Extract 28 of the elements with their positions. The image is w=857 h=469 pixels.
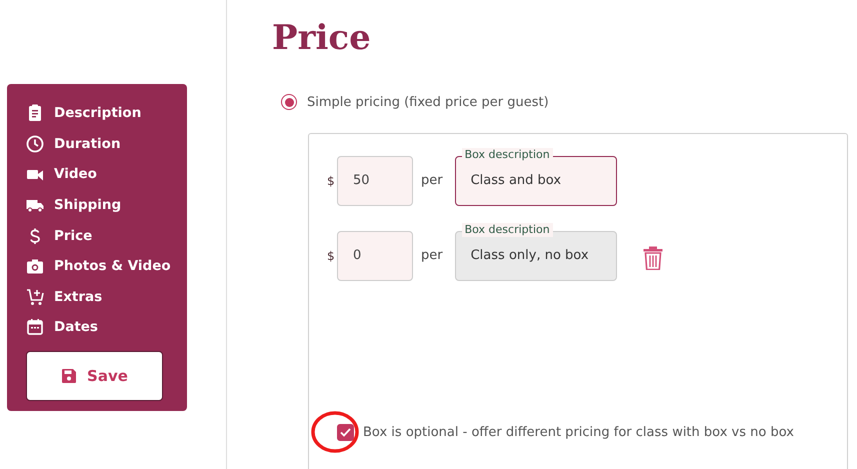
currency-label: $ xyxy=(327,174,336,188)
sidebar-item[interactable]: Extras xyxy=(26,282,187,312)
sidebar-item[interactable]: Price xyxy=(26,220,187,251)
sidebar-item[interactable]: Photos & Video xyxy=(26,250,187,282)
checkbox-label: Box is optional - offer different pricing for class with box vs no box xyxy=(363,425,794,440)
radio-button[interactable] xyxy=(281,94,297,110)
clipboard-icon xyxy=(26,104,44,122)
cart-icon xyxy=(26,288,44,306)
per-label: per xyxy=(421,173,443,188)
field-label: Box description xyxy=(462,222,553,236)
sidebar-item[interactable]: Description xyxy=(26,98,187,129)
page-title: Price xyxy=(272,18,372,58)
checkmark-icon xyxy=(340,428,351,437)
save-button[interactable]: Save xyxy=(26,350,163,401)
camera-icon xyxy=(26,257,44,276)
field-label: Box description xyxy=(462,148,553,162)
per-label: per xyxy=(421,248,443,263)
price-field[interactable]: 50 xyxy=(337,156,413,206)
sidebar-item[interactable]: Duration xyxy=(26,128,187,160)
sidebar-item[interactable]: Video xyxy=(26,159,187,190)
currency-label: $ xyxy=(327,248,336,262)
sidebar-item[interactable]: Shipping xyxy=(26,190,187,220)
annotation-ellipse xyxy=(311,411,359,453)
clock-icon xyxy=(26,134,44,153)
sidebar-item[interactable]: Dates xyxy=(26,312,187,343)
checkbox[interactable] xyxy=(337,424,354,441)
radio-label: Simple pricing (fixed price per guest) xyxy=(307,94,549,110)
calendar-icon xyxy=(26,318,44,336)
